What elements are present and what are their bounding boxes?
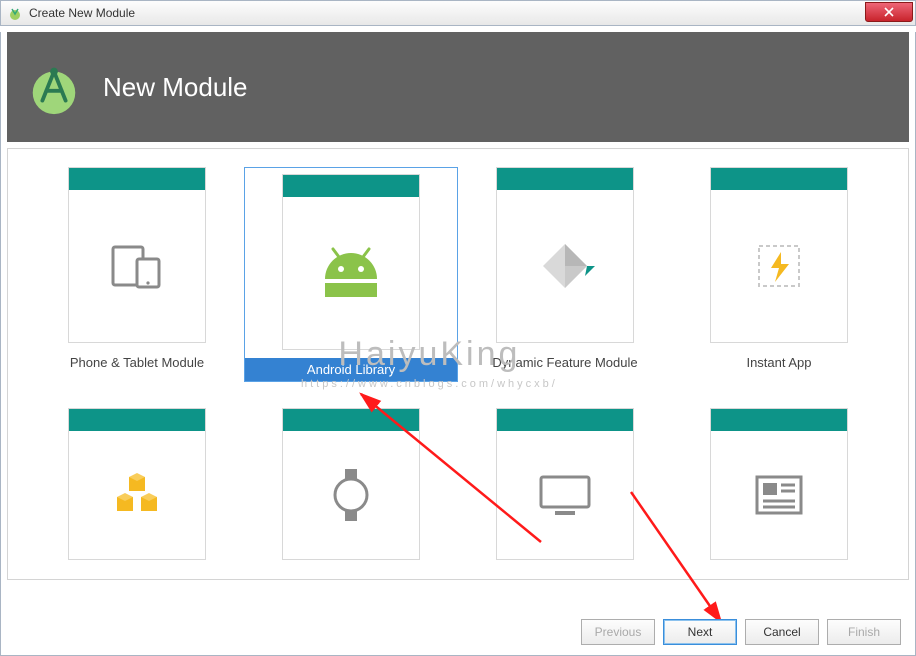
module-option-phone-tablet[interactable]: Phone & Tablet Module [30, 167, 244, 382]
module-label: Instant App [746, 355, 811, 373]
android-icon [283, 197, 419, 349]
module-label-selected: Android Library [245, 358, 457, 381]
dialog-title: New Module [103, 72, 248, 103]
module-option-instant-app[interactable]: Instant App [672, 167, 886, 382]
titlebar: Create New Module [0, 0, 916, 26]
finish-button: Finish [827, 619, 901, 645]
module-label: Phone & Tablet Module [70, 355, 204, 373]
android-studio-logo-icon [25, 58, 83, 116]
module-option-6[interactable] [244, 408, 458, 560]
module-label: Dynamic Feature Module [492, 355, 637, 373]
android-studio-icon [7, 5, 23, 21]
previous-button: Previous [581, 619, 655, 645]
watch-icon [283, 431, 419, 559]
dialog-header: New Module [7, 32, 909, 142]
newspaper-icon [711, 431, 847, 559]
module-option-5[interactable] [30, 408, 244, 560]
module-option-dynamic-feature[interactable]: Dynamic Feature Module [458, 167, 672, 382]
dialog-footer: Previous Next Cancel Finish [581, 619, 901, 645]
diamond-icon [497, 190, 633, 342]
module-option-8[interactable] [672, 408, 886, 560]
module-grid: Phone & Tablet Module [7, 148, 909, 580]
window-close-button[interactable] [865, 2, 913, 22]
tv-icon [497, 431, 633, 559]
window-title: Create New Module [29, 6, 135, 20]
close-icon [884, 7, 894, 17]
module-option-android-library[interactable]: Android Library [244, 167, 458, 382]
next-button[interactable]: Next [663, 619, 737, 645]
devices-icon [69, 190, 205, 342]
lightning-icon [711, 190, 847, 342]
packages-icon [69, 431, 205, 559]
module-option-7[interactable] [458, 408, 672, 560]
cancel-button[interactable]: Cancel [745, 619, 819, 645]
dialog-body: New Module Ph [0, 32, 916, 656]
